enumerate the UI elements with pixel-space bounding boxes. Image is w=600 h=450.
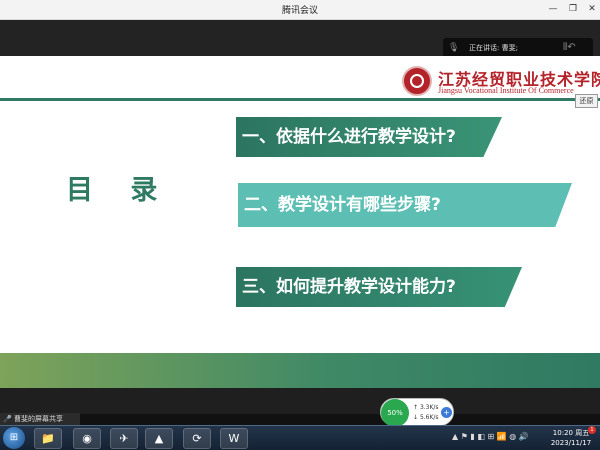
toc-item-1: 一、依据什么进行教学设计? xyxy=(236,117,502,157)
clock-date: 2023/11/17 xyxy=(550,439,592,447)
taskbar-app-chrome[interactable]: ◉ xyxy=(73,428,101,449)
folder-icon: 📁 xyxy=(41,432,55,445)
screen-share-label: 🎤 曹斐的屏幕共享 xyxy=(0,413,80,425)
taskbar-app-folder[interactable]: 📁 xyxy=(34,428,62,449)
toc-item-2: 二、教学设计有哪些步骤? xyxy=(238,183,572,227)
expand-icon[interactable]: + xyxy=(441,407,452,418)
system-tray[interactable]: ▲ ⚑ ▮ ◧ ⊞ 📶 ◍ 🔊 xyxy=(452,432,529,441)
upload-speed-value: 3.3K/s xyxy=(419,404,439,411)
toc-title: 目 录 xyxy=(66,175,172,206)
school-name-en: Jiangsu Vocational Institute Of Commerce xyxy=(438,86,574,95)
start-button[interactable]: ⊞ xyxy=(3,427,25,449)
shared-slide: 江苏经贸职业技术学院 Jiangsu Vocational Institute … xyxy=(0,56,600,388)
slide-footer-band xyxy=(0,353,600,388)
tencent-meeting-icon: ▲ xyxy=(154,432,164,445)
volume-icon: ⫴↶ xyxy=(563,42,576,53)
toc-item-3: 三、如何提升教学设计能力? xyxy=(236,267,522,307)
refresh-icon: ⟳ xyxy=(192,432,202,445)
taskbar-app-refresh[interactable]: ⟳ xyxy=(183,428,211,449)
maximize-button[interactable]: ❐ xyxy=(566,2,580,16)
meeting-bottom-band xyxy=(0,388,600,414)
upload-speed: ↑ 3.3K/s xyxy=(413,404,439,411)
restore-button[interactable]: 还原 xyxy=(575,94,598,108)
bird-icon: ✈ xyxy=(119,432,129,445)
taskbar-app-bird[interactable]: ✈ xyxy=(110,428,138,449)
chrome-icon: ◉ xyxy=(82,432,92,445)
header-divider xyxy=(0,98,600,101)
window-title: 腾讯会议 xyxy=(281,6,318,16)
network-percent: 50% xyxy=(381,399,409,427)
download-speed: ↓ 5.6K/s xyxy=(413,414,439,421)
taskbar: ⊞ 📁 ◉ ✈ ▲ ⟳ W ▲ ⚑ ▮ ◧ ⊞ 📶 ◍ 🔊 10:20 周五 2… xyxy=(0,425,600,450)
network-speed-widget[interactable]: 50% ↑ 3.3K/s ↓ 5.6K/s + xyxy=(380,398,454,427)
wps-icon: W xyxy=(228,432,240,445)
taskbar-app-meeting[interactable]: ▲ xyxy=(145,428,173,449)
minimize-button[interactable]: — xyxy=(546,2,560,16)
mic-icon: 🎙 xyxy=(448,43,460,53)
school-logo-icon xyxy=(402,66,432,96)
screen-share-text: 曹斐的屏幕共享 xyxy=(13,415,63,423)
taskbar-app-wps[interactable]: W xyxy=(220,428,248,449)
notification-badge: 1 xyxy=(588,426,596,434)
close-button[interactable]: ✕ xyxy=(585,2,599,16)
download-speed-value: 5.6K/s xyxy=(419,414,439,421)
speaker-indicator: 🎙 正在讲话: 曹斐; ⫴↶ xyxy=(443,38,593,58)
speaking-label: 正在讲话: 曹斐; xyxy=(469,44,518,52)
window-title-bar: 腾讯会议 — ❐ ✕ xyxy=(0,0,600,20)
